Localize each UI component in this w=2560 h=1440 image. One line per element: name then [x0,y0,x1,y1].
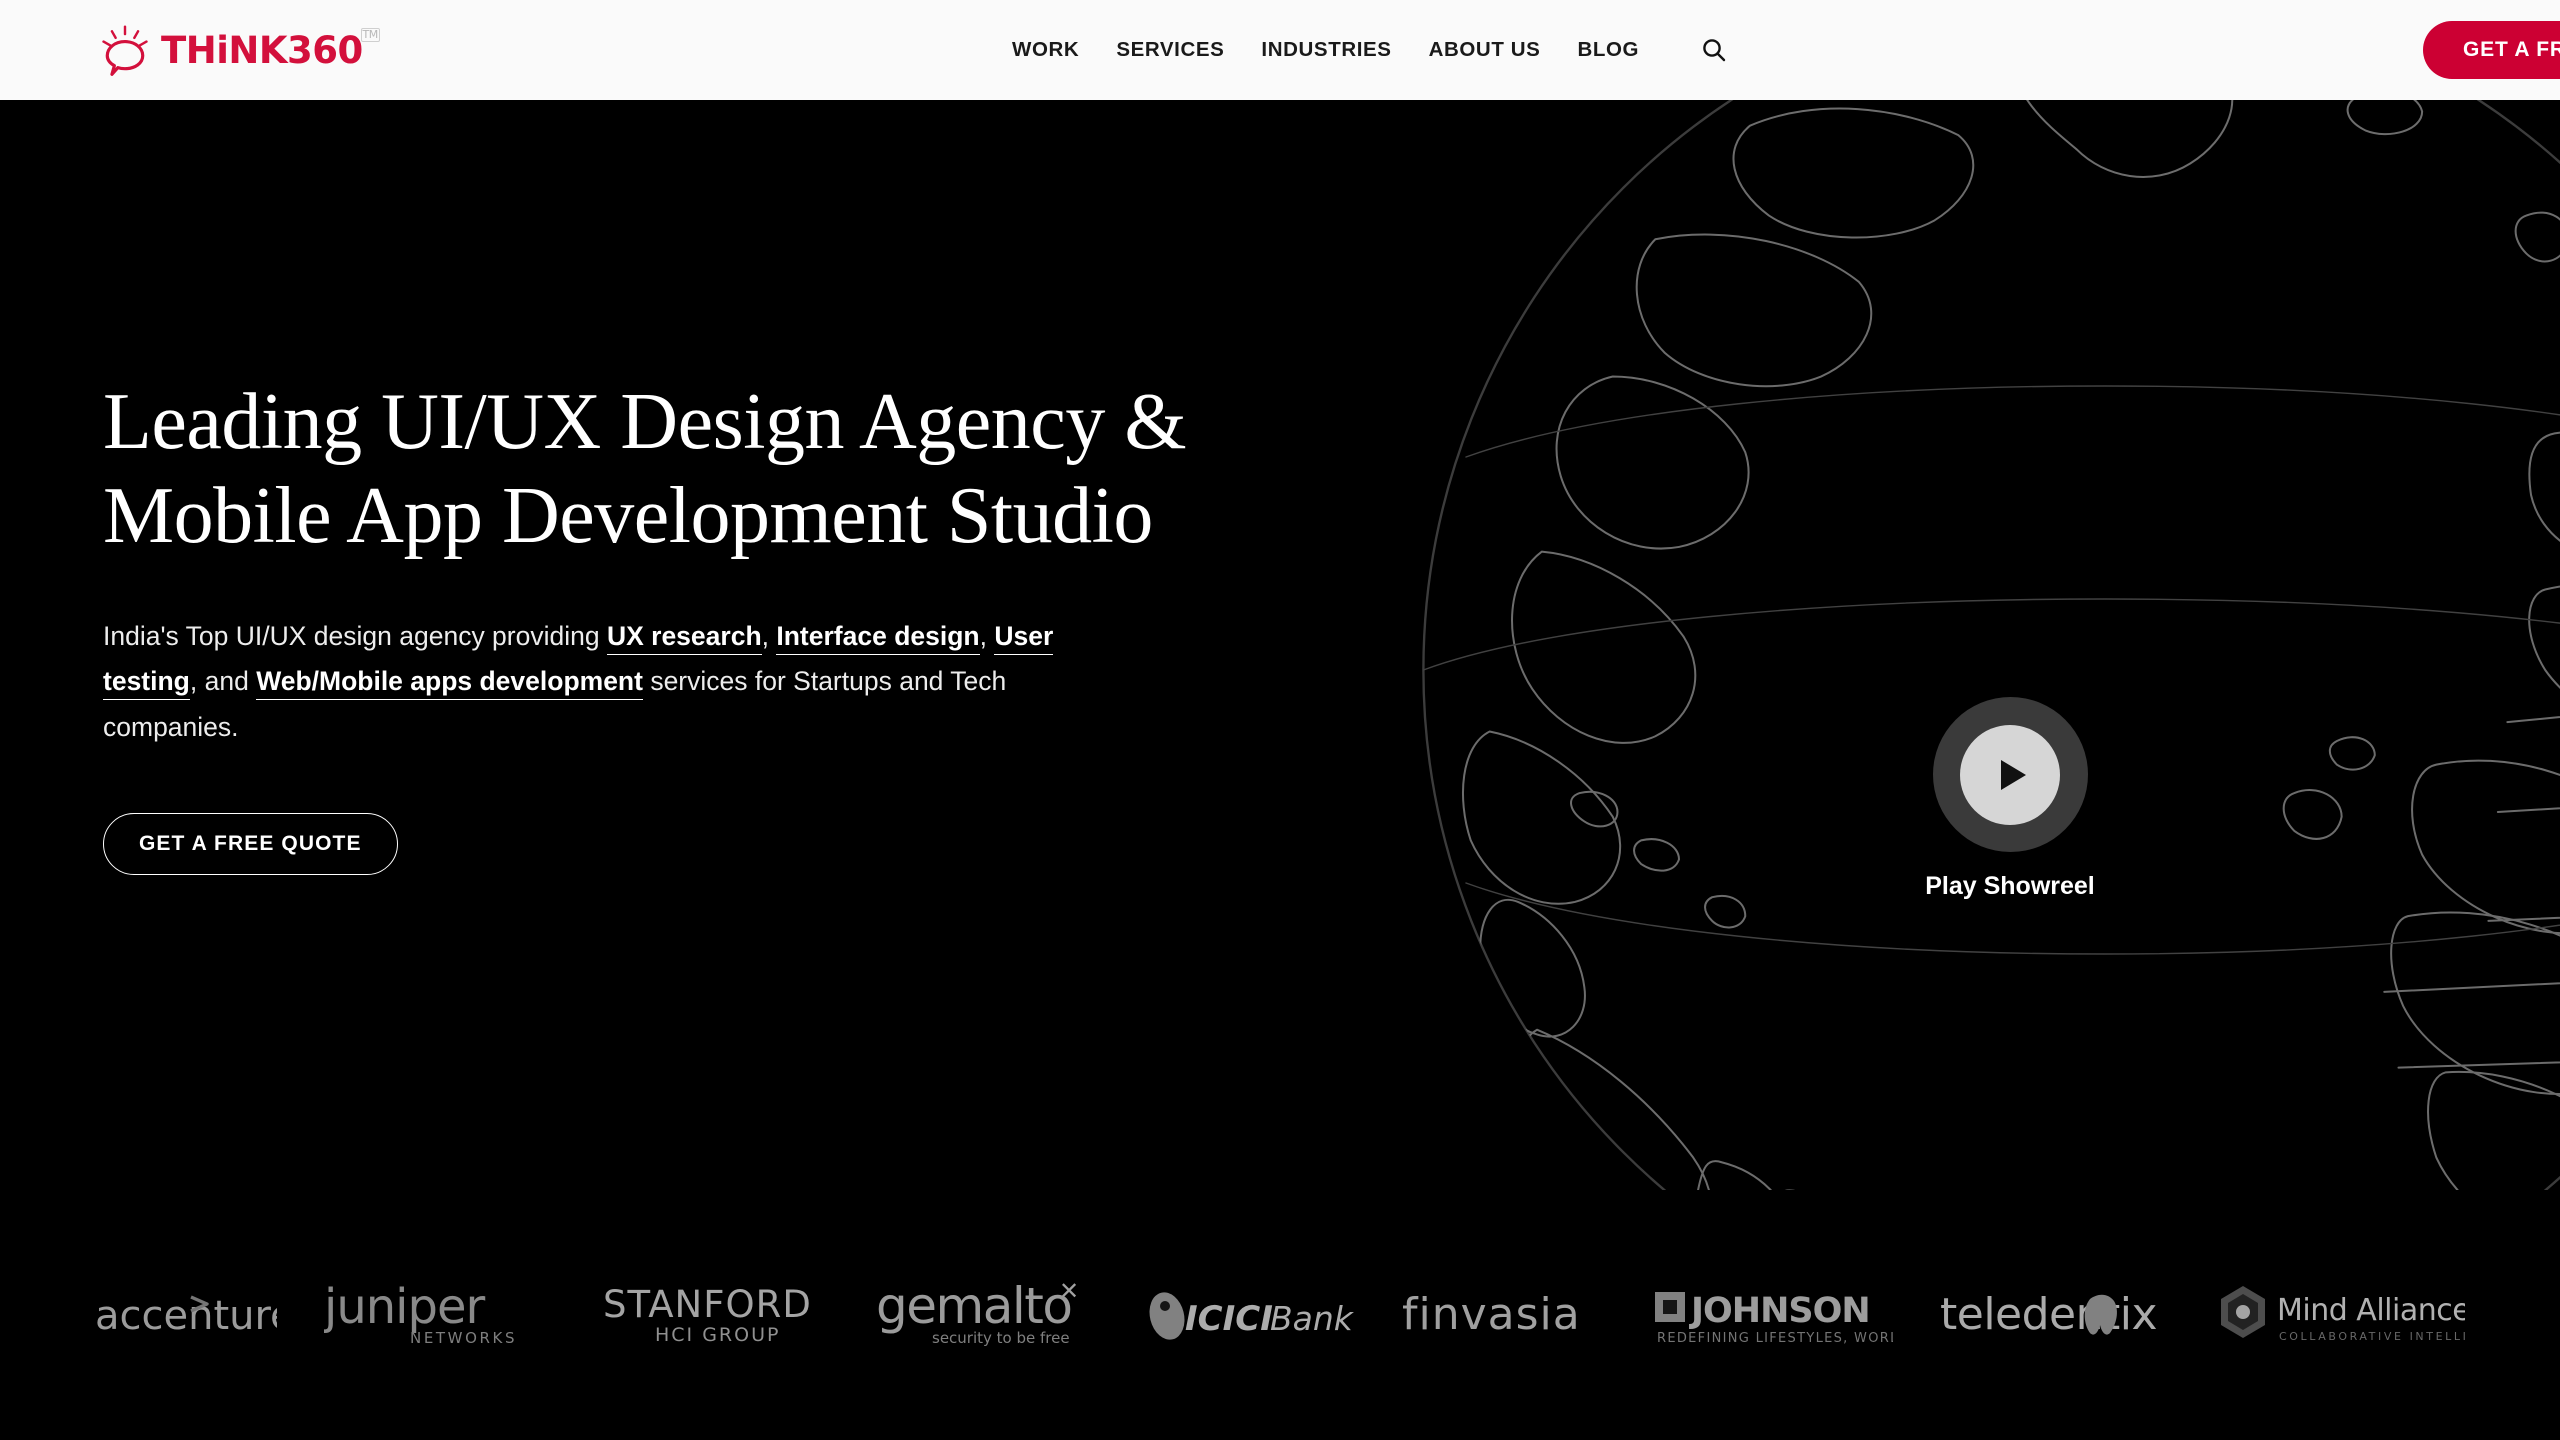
svg-text:gemalto: gemalto [876,1279,1071,1335]
play-showreel-label: Play Showreel [1925,872,2095,900]
hero-subtitle-text: , [761,620,777,651]
svg-text:finvasia: finvasia [1402,1289,1581,1340]
svg-text:security to be free: security to be free [932,1329,1070,1347]
client-logo-juniper-networks[interactable]: juniper NETWORKS [324,1279,554,1351]
client-logo-icici-bank[interactable]: ICICI Bank [1145,1284,1355,1346]
play-icon [1932,697,2088,852]
brand-name: THiNK360 TM [161,27,380,72]
client-logo-johnson[interactable]: JOHNSON REDEFINING LIFESTYLES, WORLDWIDE… [1655,1282,1893,1348]
client-logo-accenture[interactable]: accenture [95,1285,277,1345]
search-icon[interactable] [1697,33,1731,67]
hero-subtitle-link[interactable]: Interface design [776,620,980,655]
svg-text:Mind Alliance: Mind Alliance [2277,1293,2465,1328]
svg-text:HCI GROUP: HCI GROUP [655,1324,780,1346]
hero-subtitle: India's Top UI/UX design agency providin… [103,614,1123,751]
hero-subtitle-text: , and [189,666,257,697]
sun-speech-bubble-icon [97,22,153,78]
svg-text:✕: ✕ [1059,1279,1079,1305]
hero-get-a-free-quote-button[interactable]: GET A FREE QUOTE [103,812,398,875]
nav-item-industries[interactable]: INDUSTRIES [1261,38,1391,62]
nav-item-about-us[interactable]: ABOUT US [1429,38,1541,62]
nav-item-blog[interactable]: BLOG [1577,38,1639,62]
svg-text:ICICI: ICICI [1185,1299,1273,1339]
hero-subtitle-link[interactable]: Web/Mobile apps development [256,666,643,701]
hero-title: Leading UI/UX Design Agency & Mobile App… [103,378,1187,561]
hero-section: Leading UI/UX Design Agency & Mobile App… [0,100,2560,1190]
nav-item-work[interactable]: WORK [1012,38,1079,62]
header-get-a-free-quote-button[interactable]: GET A FREE QUOTE [2423,21,2560,79]
svg-text:JOHNSON: JOHNSON [1689,1291,1870,1331]
svg-text:STANFORD: STANFORD [603,1283,812,1326]
nav-item-services[interactable]: SERVICES [1116,38,1224,62]
svg-text:COLLABORATIVE INTELLIGENCE: COLLABORATIVE INTELLIGENCE [2279,1330,2465,1343]
svg-text:juniper: juniper [324,1279,486,1335]
svg-text:REDEFINING LIFESTYLES, WORLDWI: REDEFINING LIFESTYLES, WORLDWIDE. [1657,1331,1893,1346]
client-logo-stanford-hci-group[interactable]: STANFORD HCI GROUP [601,1279,829,1351]
svg-text:accenture: accenture [95,1293,277,1339]
brand-logo[interactable]: THiNK360 TM [97,22,380,78]
client-logo-gemalto[interactable]: gemalto ✕ security to be free [876,1279,1098,1351]
client-logo-teledentix[interactable]: teledentix [1940,1287,2168,1343]
main-navigation: WORK SERVICES INDUSTRIES ABOUT US BLOG [1012,33,1731,67]
site-header: THiNK360 TM WORK SERVICES INDUSTRIES ABO… [0,0,2560,100]
play-showreel-button[interactable]: Play Showreel [1920,697,2100,901]
svg-text:Bank: Bank [1270,1299,1355,1338]
hero-subtitle-link[interactable]: UX research [606,620,762,655]
client-logo-mind-alliance[interactable]: Mind Alliance COLLABORATIVE INTELLIGENCE [2215,1282,2465,1348]
client-logos-strip: accenture juniper NETWORKS STANFORD HCI … [0,1190,2560,1440]
trademark-mark: TM [360,27,380,42]
hero-subtitle-text: India's Top UI/UX design agency providin… [103,620,607,651]
hero-subtitle-text: , [979,620,995,651]
svg-text:teledentix: teledentix [1940,1289,2157,1340]
hero-content: Leading UI/UX Design Agency & Mobile App… [103,375,1283,875]
svg-text:NETWORKS: NETWORKS [410,1329,517,1347]
client-logo-finvasia[interactable]: finvasia [1402,1287,1608,1343]
